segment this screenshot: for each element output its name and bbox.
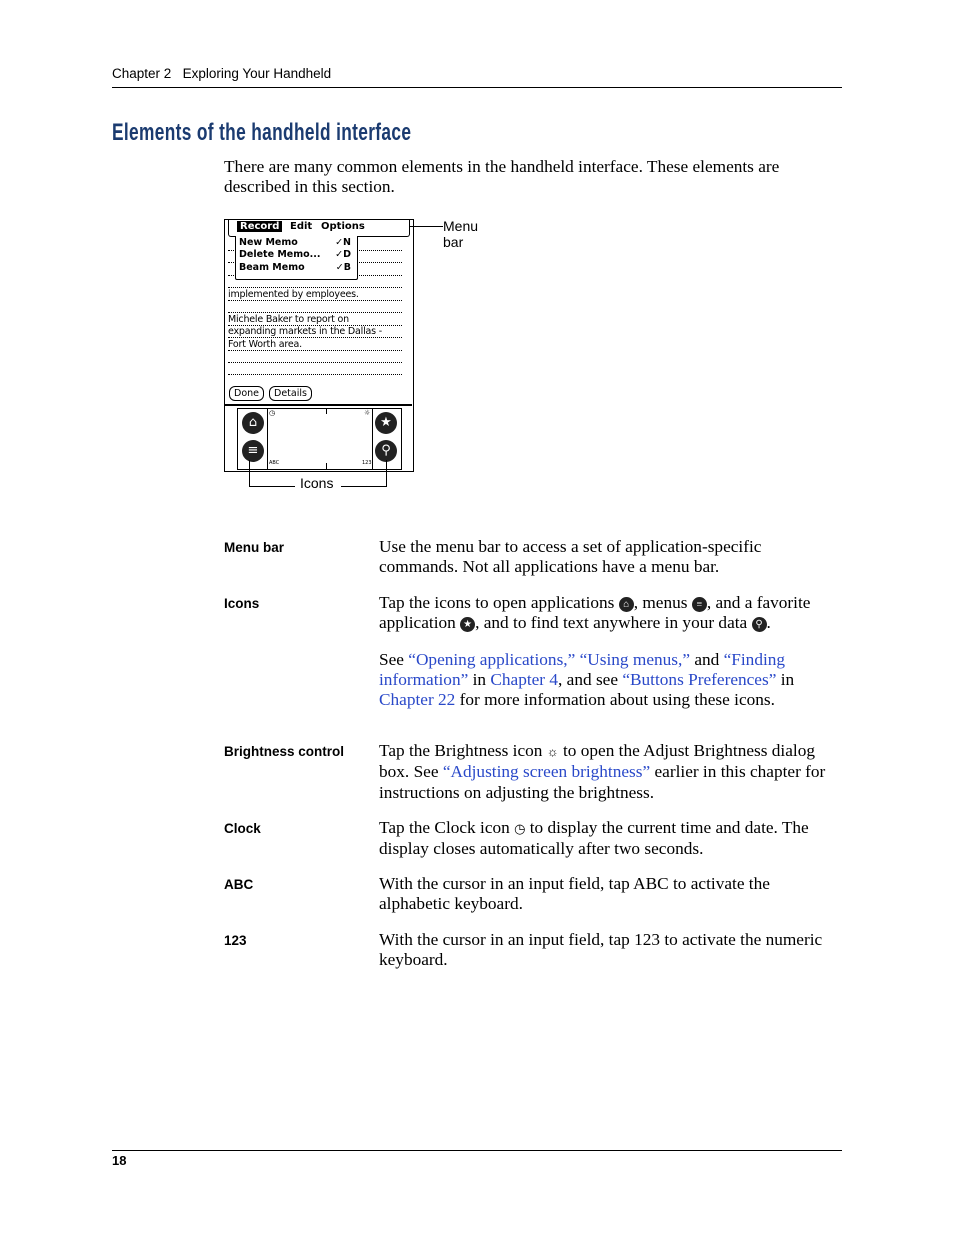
details-button: Details	[269, 386, 312, 401]
abc-label: ABC	[269, 460, 280, 466]
menu-item: New Memo ✓N	[239, 237, 351, 248]
definition-term: Menu bar	[224, 540, 285, 555]
definition-term: 123	[224, 933, 247, 948]
text: , menus	[633, 593, 692, 612]
callout-icons: Icons	[300, 475, 334, 491]
text: See	[379, 649, 409, 669]
brightness-icon: ☼	[546, 744, 559, 759]
done-button: Done	[229, 386, 264, 401]
paragraph: See “Opening applications,” “Using menus…	[379, 650, 839, 711]
cross-reference-link[interactable]: “Opening applications,”	[408, 650, 575, 669]
intro-paragraph: There are many common elements in the ha…	[224, 157, 780, 196]
clock-icon: ◷	[269, 409, 276, 417]
cross-reference-link[interactable]: “Adjusting screen brightness”	[443, 762, 650, 781]
paragraph: Use the menu bar to access a set of appl…	[379, 537, 839, 578]
home-icon: ⌂	[618, 597, 634, 612]
find-icon: ⚲	[375, 440, 397, 462]
footer-rule	[112, 1150, 842, 1151]
menu-icon: ≡	[242, 440, 264, 462]
definition-description: Tap the Clock icon ◷ to display the curr…	[379, 818, 839, 876]
definition-description: Tap the Brightness icon ☼ to open the Ad…	[379, 741, 839, 819]
star-icon: ★	[375, 412, 397, 434]
menu-options: Options	[321, 221, 365, 232]
num-label: 123	[362, 460, 372, 466]
running-header: Chapter 2 Exploring Your Handheld	[112, 66, 331, 81]
header-rule	[112, 87, 842, 88]
definition-description: Use the menu bar to access a set of appl…	[379, 537, 839, 594]
paragraph: With the cursor in an input field, tap 1…	[379, 930, 839, 971]
home-icon: ⌂	[242, 412, 264, 434]
paragraph: Tap the Clock icon ◷ to display the curr…	[379, 818, 839, 860]
definition-description: Tap the icons to open applications ⌂, me…	[379, 593, 839, 726]
header-chapter: Chapter 2	[112, 66, 172, 81]
silkscreen-area: ⌂ ≡ ★ ⚲ ◷ ☼ ABC 123	[237, 408, 402, 470]
text: With the cursor in an input field, tap 1…	[379, 930, 823, 970]
paragraph: Tap the icons to open applications ⌂, me…	[379, 593, 839, 634]
definition-term: Brightness control	[224, 744, 345, 759]
memo-line: Fort Worth area.	[228, 339, 302, 350]
page-number: 18	[112, 1153, 127, 1168]
find-icon: ⚲	[751, 617, 767, 633]
cross-reference-link[interactable]: Chapter 22	[379, 690, 455, 709]
text: in	[468, 669, 491, 689]
menu-bar: Record Edit Options	[228, 220, 410, 237]
menu-item: Delete Memo... ✓D	[239, 249, 351, 260]
definition-term: ABC	[224, 877, 254, 892]
cross-reference-link[interactable]: “Using menus,”	[580, 650, 690, 669]
paragraph: Tap the Brightness icon ☼ to open the Ad…	[379, 741, 839, 803]
cross-reference-link[interactable]: “Buttons Preferences”	[622, 670, 776, 689]
text: .	[766, 613, 771, 633]
menu-record: Record	[237, 221, 283, 232]
menu-icon: ≡	[691, 597, 707, 612]
star-icon: ★	[460, 617, 476, 633]
header-section: Exploring Your Handheld	[182, 66, 332, 81]
text: , and to find text anywhere in your data	[475, 613, 752, 633]
brightness-icon: ☼	[364, 409, 371, 417]
paragraph: With the cursor in an input field, tap A…	[379, 874, 839, 915]
definition-term: Clock	[224, 821, 261, 836]
definition-term: Icons	[224, 596, 260, 611]
text: and	[690, 649, 724, 669]
callout-menu-bar: Menu bar	[443, 218, 479, 250]
text: Tap the icons to open applications	[379, 593, 619, 612]
handheld-screenshot: Record Edit Options New Memo ✓N Delete Me…	[224, 219, 414, 472]
text: , and see	[558, 669, 623, 689]
definition-description: With the cursor in an input field, tap A…	[379, 874, 839, 931]
text: Tap the Clock icon	[379, 818, 515, 837]
definition-description: With the cursor in an input field, tap 1…	[379, 930, 839, 987]
clock-icon: ◷	[514, 821, 526, 836]
menu-edit: Edit	[290, 221, 313, 232]
text: for more information about using these i…	[455, 690, 775, 710]
section-title: Elements of the handheld interface	[112, 119, 412, 146]
text: With the cursor in an input field, tap A…	[379, 874, 770, 914]
menu-dropdown: New Memo ✓N Delete Memo... ✓D Beam Memo ✓B	[235, 236, 358, 280]
menu-item: Beam Memo ✓B	[239, 262, 351, 273]
text: in	[776, 669, 795, 689]
text: Tap the Brightness icon	[379, 741, 547, 760]
text: Use the menu bar to access a set of appl…	[379, 537, 762, 577]
memo-line: implemented by employees.	[228, 289, 359, 300]
memo-line: Michele Baker to report on	[228, 314, 349, 325]
cross-reference-link[interactable]: Chapter 4	[490, 670, 558, 689]
memo-line: expanding markets in the Dallas -	[228, 326, 382, 337]
